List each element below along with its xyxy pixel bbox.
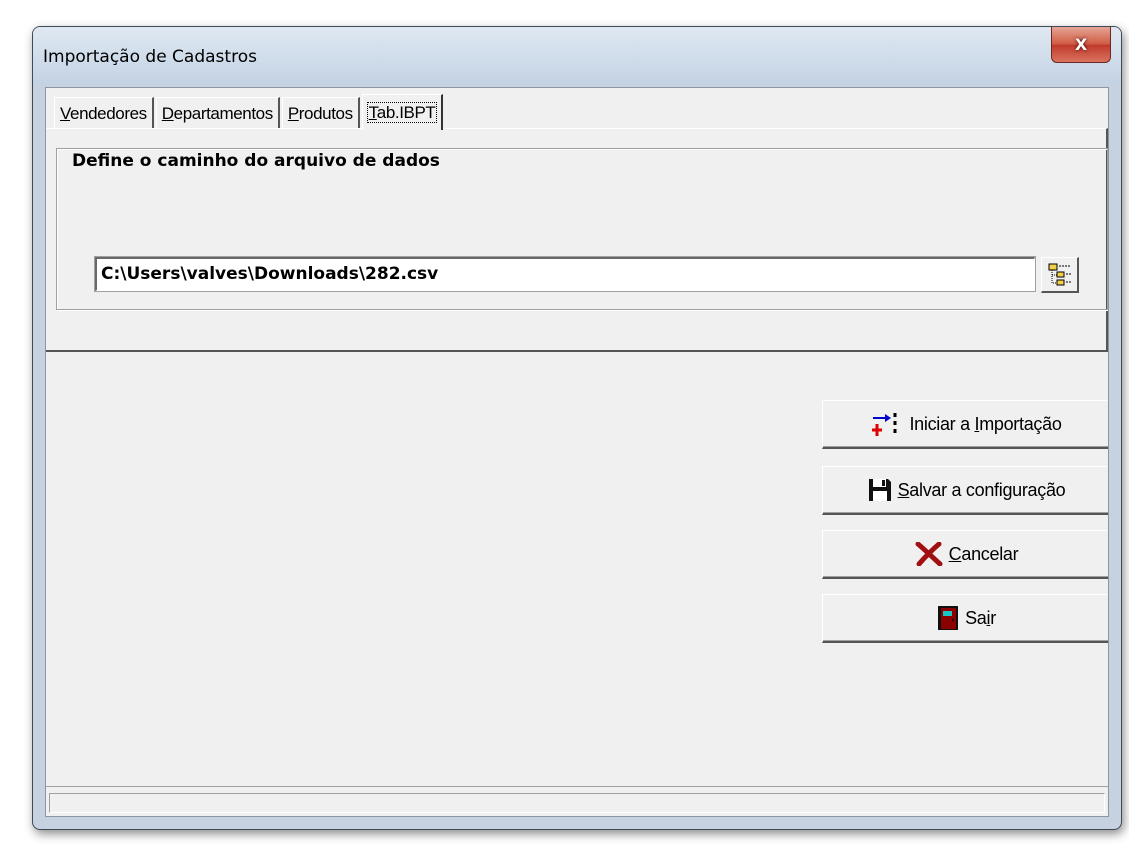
import-window: Importação de Cadastros X Vendedores Dep…	[32, 26, 1122, 830]
cancel-button[interactable]: Cancelar	[822, 530, 1108, 579]
start-import-label: Iniciar a Importação	[909, 413, 1062, 434]
status-panel	[49, 793, 1105, 813]
exit-label: Sair	[965, 607, 996, 628]
cancel-label: Cancelar	[948, 543, 1019, 564]
tab-panel-ibpt: Define o caminho do arquivo de dados C:\…	[46, 128, 1108, 352]
file-path-group: Define o caminho do arquivo de dados C:\…	[56, 148, 1108, 310]
tab-label: Vendedores	[60, 103, 147, 123]
floppy-disk-icon	[868, 478, 892, 502]
tab-strip: Vendedores Departamentos Produtos Tab.IB…	[54, 93, 445, 130]
tab-label: Tab.IBPT	[366, 102, 438, 123]
tab-tab-ibpt[interactable]: Tab.IBPT	[361, 94, 444, 130]
group-legend: Define o caminho do arquivo de dados	[70, 151, 442, 171]
save-config-label: Salvar a configuração	[897, 479, 1066, 500]
door-exit-icon	[937, 605, 959, 631]
close-icon: X	[1074, 35, 1088, 54]
client-area: Vendedores Departamentos Produtos Tab.IB…	[45, 87, 1109, 817]
browse-button[interactable]	[1041, 257, 1079, 293]
status-bar	[46, 786, 1108, 816]
close-button[interactable]: X	[1051, 27, 1111, 63]
exit-button[interactable]: Sair	[822, 594, 1108, 643]
save-config-button[interactable]: Salvar a configuração	[822, 466, 1108, 515]
window-title: Importação de Cadastros	[43, 47, 257, 67]
file-path-input[interactable]: C:\Users\valves\Downloads\282.csv	[94, 256, 1036, 292]
tab-label: Produtos	[287, 103, 353, 123]
tab-departamentos[interactable]: Departamentos	[155, 97, 280, 129]
tab-label: Departamentos	[161, 103, 273, 123]
folder-tree-icon	[1048, 263, 1071, 285]
tab-produtos[interactable]: Produtos	[281, 97, 360, 129]
import-arrows-icon	[871, 410, 903, 438]
start-import-button[interactable]: Iniciar a Importação	[822, 400, 1108, 449]
title-bar[interactable]: Importação de Cadastros X	[33, 27, 1121, 83]
red-x-icon	[915, 542, 943, 566]
tab-vendedores[interactable]: Vendedores	[54, 97, 154, 129]
